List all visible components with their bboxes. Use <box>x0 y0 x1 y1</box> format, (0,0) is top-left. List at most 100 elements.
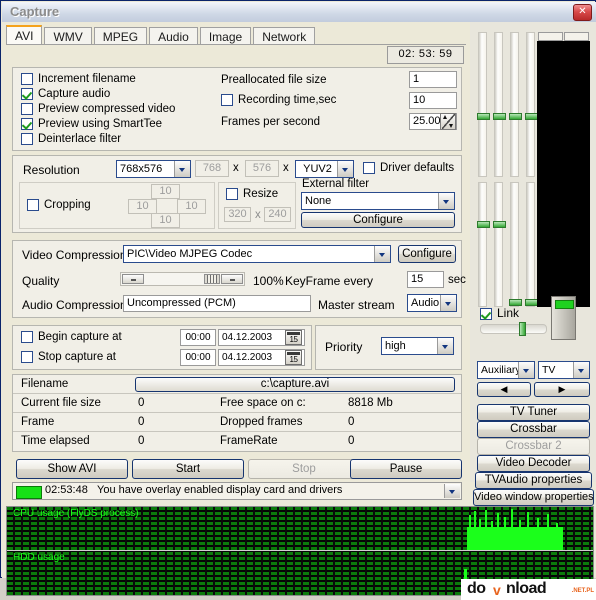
show-avi-button[interactable]: Show AVI <box>16 459 128 479</box>
slider-1-track[interactable] <box>477 32 490 177</box>
begin-time-input[interactable]: 00:00 <box>180 329 216 346</box>
balance-slider[interactable] <box>480 322 547 336</box>
checkbox-preview-compressed[interactable]: Preview compressed video <box>21 103 175 116</box>
tab-mpeg[interactable]: MPEG <box>93 27 148 45</box>
slider-2-thumb[interactable] <box>493 113 506 120</box>
checkbox-link[interactable]: Link <box>480 306 519 321</box>
keyframe-input[interactable]: 15 <box>407 271 444 288</box>
increment-filename-checkbox[interactable] <box>21 73 33 85</box>
external-filter-configure-button[interactable]: Configure <box>301 212 455 228</box>
checkbox-deinterlace[interactable]: Deinterlace filter <box>21 133 121 146</box>
preview-compressed-checkbox[interactable] <box>21 103 33 115</box>
next-channel-button[interactable]: ▶ <box>534 382 590 397</box>
tvaudio-properties-button[interactable]: TVAudio properties <box>475 472 592 489</box>
stop-time-input[interactable]: 00:00 <box>180 349 216 366</box>
chevron-down-icon-priority[interactable] <box>437 338 453 354</box>
video-compression-configure-button[interactable]: Configure <box>398 245 456 263</box>
checkbox-cropping[interactable]: Cropping <box>27 199 91 212</box>
capture-audio-checkbox[interactable] <box>21 88 33 100</box>
checkbox-capture-audio[interactable]: Capture audio <box>21 88 110 101</box>
deinterlace-checkbox[interactable] <box>21 133 33 145</box>
resolution-preset-select[interactable]: 768x576 <box>116 160 191 178</box>
slider-2-track[interactable] <box>493 32 506 177</box>
checkbox-preview-smarttee[interactable]: Preview using SmartTee <box>21 118 162 131</box>
prealloc-input[interactable]: 1 <box>409 71 457 88</box>
quality-slider-left[interactable] <box>122 274 144 284</box>
crop-right-input[interactable]: 10 <box>177 199 206 214</box>
checkbox-begin-capture[interactable]: Begin capture at <box>21 331 122 344</box>
chevron-down-icon-vcomp[interactable] <box>374 246 390 262</box>
slider-3-thumb[interactable] <box>509 113 522 120</box>
begin-calendar-icon[interactable]: 15 <box>285 330 302 345</box>
quality-slider[interactable] <box>120 272 245 286</box>
filename-button[interactable]: c:\capture.avi <box>135 377 455 392</box>
quality-slider-right[interactable] <box>221 274 243 284</box>
begin-capture-checkbox[interactable] <box>21 331 33 343</box>
video-compression-select[interactable]: PIC\Video MJPEG Codec <box>123 245 391 263</box>
video-decoder-button[interactable]: Video Decoder <box>477 455 590 472</box>
chevron-down-icon-format[interactable] <box>337 161 353 177</box>
checkbox-recording-time[interactable]: Recording time,sec <box>221 94 336 107</box>
slider-1-thumb[interactable] <box>477 113 490 120</box>
link-checkbox[interactable] <box>480 308 492 320</box>
crossbar-button[interactable]: Crossbar <box>477 421 590 438</box>
balance-slider-thumb[interactable] <box>519 322 526 336</box>
slider-5-thumb[interactable] <box>477 221 490 228</box>
preview-smarttee-checkbox[interactable] <box>21 118 33 130</box>
crop-left-input[interactable]: 10 <box>128 199 157 214</box>
checkbox-resize[interactable]: Resize <box>226 188 278 201</box>
tab-image[interactable]: Image <box>199 27 252 45</box>
fps-stepper[interactable] <box>440 113 456 130</box>
driver-defaults-checkbox[interactable] <box>363 162 375 174</box>
chevron-down-icon-master[interactable] <box>440 295 456 311</box>
slider-7-thumb[interactable] <box>509 299 522 306</box>
tab-avi[interactable]: AVI <box>6 25 43 45</box>
priority-select[interactable]: high <box>381 337 454 355</box>
recording-time-checkbox[interactable] <box>221 94 233 106</box>
checkbox-driver-defaults[interactable]: Driver defaults <box>363 162 454 175</box>
checkbox-stop-capture[interactable]: Stop capture at <box>21 351 116 364</box>
slider-6-track[interactable] <box>493 182 506 307</box>
recording-time-input[interactable]: 10 <box>409 92 457 109</box>
slider-4-track[interactable] <box>525 32 538 177</box>
source-select[interactable]: Auxiliary <box>477 361 535 379</box>
resize-height-input[interactable]: 240 <box>264 207 291 222</box>
chevron-down-icon-filter[interactable] <box>438 193 454 209</box>
slider-6-thumb[interactable] <box>493 221 506 228</box>
tab-audio[interactable]: Audio <box>149 27 198 45</box>
slider-3-track[interactable] <box>509 32 522 177</box>
checkbox-increment-filename[interactable]: Increment filename <box>21 73 136 86</box>
prev-channel-button[interactable]: ◀ <box>477 382 531 397</box>
tab-wmv[interactable]: WMV <box>44 27 92 45</box>
resize-width-input[interactable]: 320 <box>224 207 251 222</box>
crop-bottom-input[interactable]: 10 <box>151 213 180 228</box>
input-select[interactable]: TV <box>538 361 590 379</box>
video-window-properties-button[interactable]: Video window properties <box>473 489 594 506</box>
stop-calendar-icon[interactable]: 15 <box>285 350 302 365</box>
external-filter-select[interactable]: None <box>301 192 455 210</box>
start-button[interactable]: Start <box>132 459 244 479</box>
resize-checkbox[interactable] <box>226 188 238 200</box>
audio-compression-value[interactable]: Uncompressed (PCM) <box>123 295 311 312</box>
quality-slider-thumb[interactable] <box>204 274 220 284</box>
message-dropdown-icon[interactable] <box>444 484 460 498</box>
close-icon[interactable]: ✕ <box>573 4 592 21</box>
slider-7-track[interactable] <box>509 182 522 307</box>
message-bar[interactable]: 02:53:48 You have overlay enabled displa… <box>12 482 462 500</box>
slider-8-track[interactable] <box>525 182 538 307</box>
resolution-height-input[interactable]: 576 <box>245 160 279 177</box>
chevron-down-icon[interactable] <box>174 161 190 177</box>
chevron-down-icon-input[interactable] <box>573 362 589 378</box>
cropping-checkbox[interactable] <box>27 199 39 211</box>
crop-top-input[interactable]: 10 <box>151 184 180 199</box>
chevron-down-icon-source[interactable] <box>518 362 534 378</box>
stop-capture-checkbox[interactable] <box>21 351 33 363</box>
master-stream-select[interactable]: Audio <box>407 294 457 312</box>
status-label-2: Time elapsed <box>21 435 90 447</box>
tab-network[interactable]: Network <box>253 27 316 45</box>
resolution-width-input[interactable]: 768 <box>195 160 229 177</box>
slider-5-track[interactable] <box>477 182 490 307</box>
pause-button[interactable]: Pause <box>350 459 462 479</box>
resolution-format-select[interactable]: YUV2 <box>295 160 354 178</box>
tv-tuner-button[interactable]: TV Tuner <box>477 404 590 421</box>
